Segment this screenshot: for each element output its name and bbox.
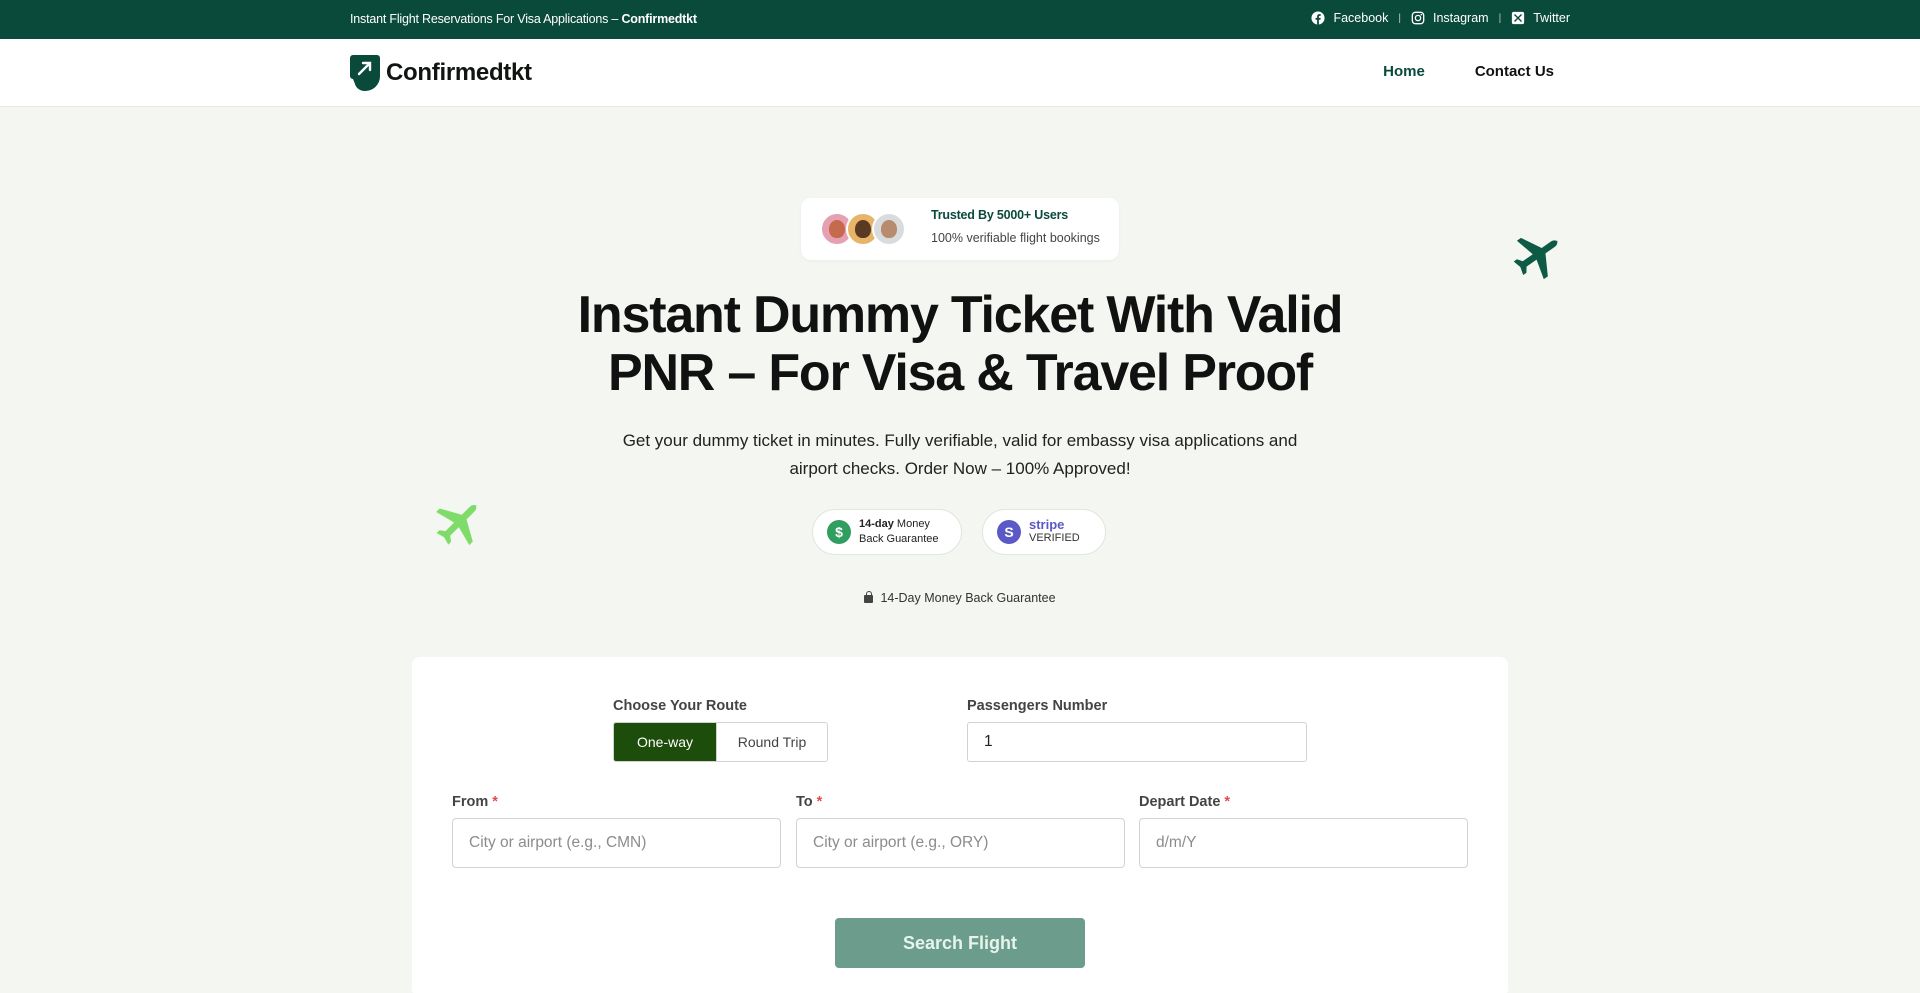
instagram-icon [1411,11,1425,25]
money-back-badge: $ 14-day Money Back Guarantee [812,509,962,555]
airplane-icon [436,504,477,546]
required-mark: * [816,794,823,810]
passengers-label: Passengers Number [967,698,1108,714]
tagline-brand: Confirmedtkt [621,12,697,26]
passengers-input[interactable] [984,733,1290,751]
from-field[interactable] [452,818,781,868]
depart-date-field[interactable] [1139,818,1468,868]
search-flight-button[interactable]: Search Flight [835,918,1085,968]
money-back-word: Money [893,518,930,530]
money-back-days: 14-day [859,518,894,530]
user-avatars [820,212,906,246]
to-label-text: To [796,794,813,810]
avatar [872,212,906,246]
money-back-line2: Back Guarantee [859,533,939,545]
passengers-field[interactable] [967,722,1307,762]
hero-subtitle: Get your dummy ticket in minutes. Fully … [622,431,1298,478]
round-trip-option[interactable]: Round Trip [716,723,827,761]
separator: | [1398,12,1401,24]
twitter-link[interactable]: Twitter [1511,11,1570,25]
stripe-verified: VERIFIED [1029,532,1080,544]
facebook-link[interactable]: Facebook [1311,11,1388,25]
depart-date-label-text: Depart Date [1139,794,1221,810]
trust-badge: Trusted By 5000+ Users 100% verifiable f… [801,198,1119,260]
nav-menu: Home Contact Us [1383,63,1554,80]
guarantee-note: 14-Day Money Back Guarantee [0,590,1920,605]
logo-mark-icon [350,55,380,91]
money-back-text: 14-day Money Back Guarantee [859,517,939,547]
instagram-label: Instagram [1432,11,1489,25]
tagline-text: Instant Flight Reservations For Visa App… [350,12,622,26]
from-label-text: From [452,794,489,810]
required-mark: * [492,794,498,810]
trust-badges: $ 14-day Money Back Guarantee S stripe VER… [812,509,1106,555]
flight-search-form: Choose Your Route One-way Round Trip Pas… [412,657,1508,993]
instagram-link[interactable]: Instagram [1411,11,1489,25]
brand-logo[interactable]: Confirmedtkt [350,55,532,91]
from-label: From * [452,794,498,810]
separator: | [1498,12,1502,24]
stripe-text: stripe VERIFIED [1029,518,1080,546]
guarantee-text: 14-Day Money Back Guarantee [880,591,1056,605]
depart-date-input[interactable] [1156,834,1451,852]
x-twitter-icon [1512,11,1525,25]
brand-name: Confirmedtkt [386,59,532,86]
nav-contact-us[interactable]: Contact Us [1475,63,1554,80]
required-mark: * [1224,794,1231,810]
twitter-label: Twitter [1533,11,1570,25]
to-field[interactable] [796,818,1125,868]
lock-icon [864,590,874,603]
airplane-icon [1513,237,1559,280]
trust-title: Trusted By 5000+ Users [931,208,1069,222]
facebook-label: Facebook [1333,11,1389,25]
dollar-icon: $ [827,520,851,544]
to-label: To * [796,794,822,810]
one-way-option[interactable]: One-way [614,723,716,761]
trust-subtitle: 100% verifiable flight bookings [931,231,1100,245]
stripe-verified-badge: S stripe VERIFIED [982,509,1106,555]
from-input[interactable] [469,834,764,852]
top-announcement-bar: Instant Flight Reservations For Visa App… [0,0,1920,39]
route-toggle: One-way Round Trip [613,722,828,762]
nav-home[interactable]: Home [1383,63,1425,80]
hero-title: Instant Dummy Ticket With Valid PNR – Fo… [577,286,1344,402]
route-label: Choose Your Route [613,698,747,714]
main-navbar: Confirmedtkt Home Contact Us [0,39,1920,107]
depart-date-label: Depart Date * [1139,794,1230,810]
stripe-word: stripe [1029,517,1065,532]
facebook-icon [1311,11,1326,25]
stripe-icon: S [997,520,1021,544]
social-links: Facebook | Instagram | Twitter [1311,11,1570,25]
tagline: Instant Flight Reservations For Visa App… [350,12,697,26]
to-input[interactable] [813,834,1108,852]
